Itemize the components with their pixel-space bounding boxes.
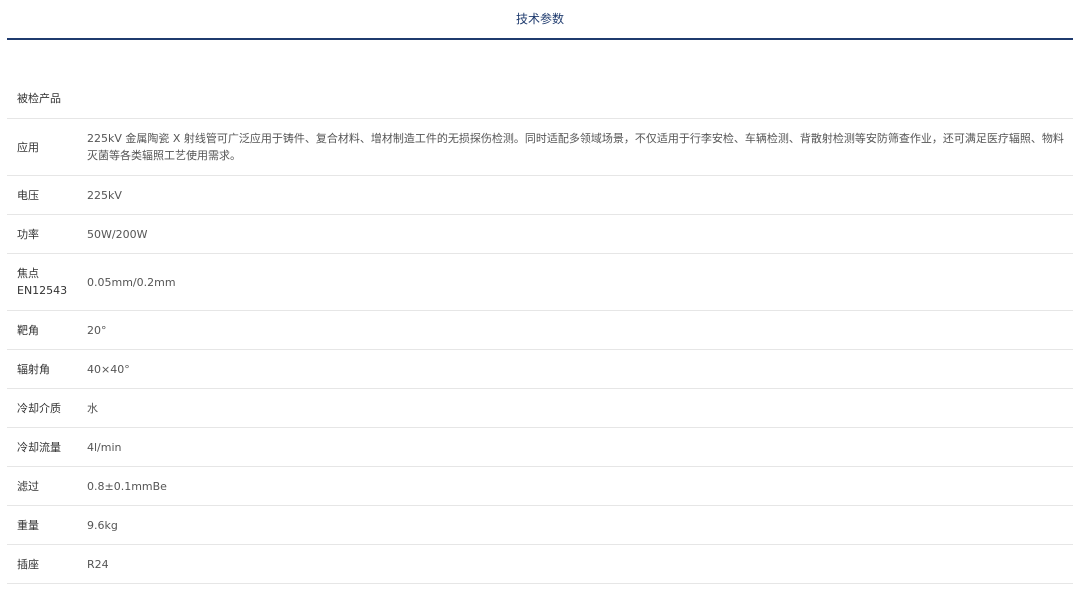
spec-value-weight: 9.6kg [87, 505, 1073, 545]
spec-label-power: 功率 [7, 214, 87, 254]
spec-label-focus: 焦点 EN12543 [7, 253, 87, 311]
spec-row-focus: 焦点 EN12543 0.05mm/0.2mm [7, 253, 1073, 311]
spec-row-filter: 滤过 0.8±0.1mmBe [7, 466, 1073, 506]
spec-value-focus: 0.05mm/0.2mm [87, 253, 1073, 311]
spec-value-voltage: 225kV [87, 175, 1073, 215]
spec-value-product [87, 78, 1073, 119]
spec-row-weight: 重量 9.6kg [7, 505, 1073, 545]
spec-row-voltage: 电压 225kV [7, 175, 1073, 215]
spec-label-voltage: 电压 [7, 175, 87, 215]
spec-row-product: 被检产品 [7, 78, 1073, 119]
spec-row-radiation-angle: 辐射角 40×40° [7, 349, 1073, 389]
spec-label-weight: 重量 [7, 505, 87, 545]
spec-value-cooling-flow: 4l/min [87, 427, 1073, 467]
spec-row-socket: 插座 R24 [7, 544, 1073, 584]
tab-bar: 技术参数 [7, 0, 1073, 40]
spec-row-cooling-flow: 冷却流量 4l/min [7, 427, 1073, 467]
spec-value-cooling-medium: 水 [87, 388, 1073, 428]
spec-table: 被检产品 应用 225kV 金属陶瓷 X 射线管可广泛应用于铸件、复合材料、增材… [7, 78, 1073, 584]
tab-technical-parameters[interactable]: 技术参数 [7, 11, 1073, 27]
spec-label-socket: 插座 [7, 544, 87, 584]
spec-value-target-angle: 20° [87, 310, 1073, 350]
spec-label-cooling-medium: 冷却介质 [7, 388, 87, 428]
spec-value-filter: 0.8±0.1mmBe [87, 466, 1073, 506]
spec-value-radiation-angle: 40×40° [87, 349, 1073, 389]
spec-value-socket: R24 [87, 544, 1073, 584]
spec-label-application: 应用 [7, 118, 87, 176]
spec-row-power: 功率 50W/200W [7, 214, 1073, 254]
spec-label-filter: 滤过 [7, 466, 87, 506]
spec-row-cooling-medium: 冷却介质 水 [7, 388, 1073, 428]
spec-row-target-angle: 靶角 20° [7, 310, 1073, 350]
spec-label-radiation-angle: 辐射角 [7, 349, 87, 389]
spec-label-focus-standard: EN12543 [17, 284, 68, 297]
spec-value-power: 50W/200W [87, 214, 1073, 254]
spec-value-application: 225kV 金属陶瓷 X 射线管可广泛应用于铸件、复合材料、增材制造工件的无损探… [87, 118, 1073, 176]
spec-label-focus-name: 焦点 [17, 267, 39, 280]
spec-label-cooling-flow: 冷却流量 [7, 427, 87, 467]
spec-label-product: 被检产品 [7, 78, 87, 119]
spec-label-target-angle: 靶角 [7, 310, 87, 350]
spec-row-application: 应用 225kV 金属陶瓷 X 射线管可广泛应用于铸件、复合材料、增材制造工件的… [7, 118, 1073, 176]
